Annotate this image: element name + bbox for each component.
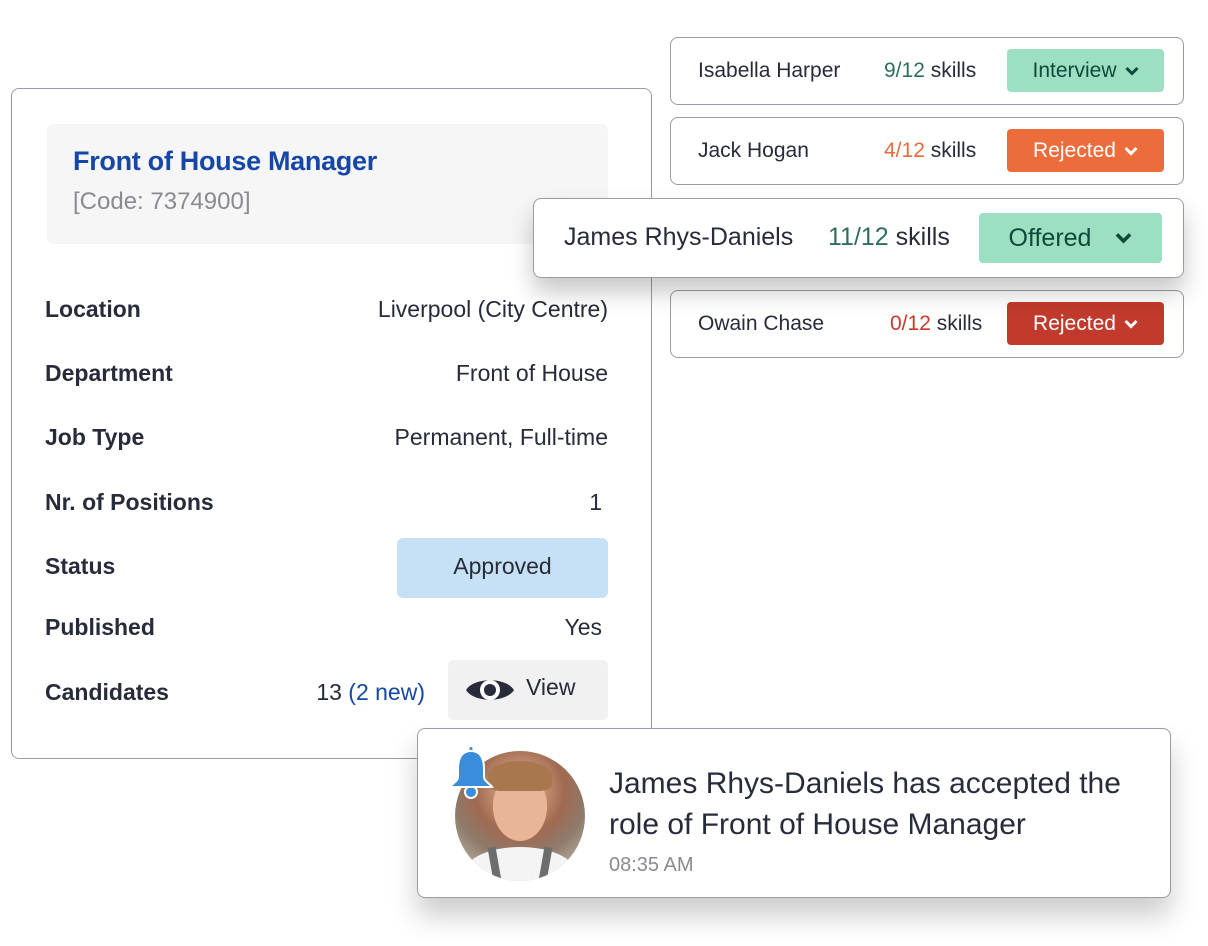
status-dropdown[interactable]: Interview [1007,49,1164,92]
status-dropdown[interactable]: Rejected [1007,129,1164,172]
detail-row-job-type: Job Type Permanent, Full-time [45,417,608,457]
skills-score: 0/12 [890,312,931,335]
detail-label: Nr. of Positions [45,489,214,515]
candidate-new-count[interactable]: (2 new) [348,679,425,705]
candidate-name: James Rhys-Daniels [564,223,794,251]
candidate-skills: 9/12 skills [884,59,976,83]
detail-label: Location [45,296,141,322]
status-dropdown[interactable]: Rejected [1007,302,1164,345]
skills-score: 11/12 [828,223,889,251]
detail-row-location: Location Liverpool (City Centre) [45,289,608,329]
detail-row-status: Status Approved [45,538,608,598]
detail-label: Job Type [45,424,145,450]
detail-row-positions: Nr. of Positions 1 [45,482,608,522]
skills-score: 4/12 [884,139,925,162]
chevron-down-icon [1124,319,1138,329]
detail-label: Status [45,553,116,579]
status-label: Interview [1032,58,1117,82]
chevron-down-icon [1124,146,1138,156]
detail-label: Candidates [45,679,169,705]
candidate-row-highlighted[interactable]: James Rhys-Daniels 11/12 skills Offered [533,198,1184,278]
view-label: View [526,673,576,700]
detail-value: Front of House [455,360,608,386]
status-label: Offered [1008,223,1092,252]
job-card: Front of House Manager [Code: 7374900] L… [11,88,652,759]
skills-label: skills [895,223,950,251]
candidate-row[interactable]: Jack Hogan 4/12 skills Rejected [670,117,1184,185]
candidate-skills: 11/12 skills [828,223,950,252]
status-label: Rejected [1033,138,1116,162]
skills-label: skills [930,59,977,82]
detail-value: Liverpool (City Centre) [377,296,608,322]
notification-card[interactable]: James Rhys-Daniels has accepted the role… [417,728,1171,898]
chevron-down-icon [1116,233,1132,244]
status-dropdown[interactable]: Offered [979,213,1162,263]
candidate-row[interactable]: Owain Chase 0/12 skills Rejected [670,290,1184,358]
detail-row-department: Department Front of House [45,353,608,393]
candidate-skills: 0/12 skills [890,312,982,336]
skills-label: skills [936,312,983,335]
skills-label: skills [930,139,977,162]
eye-icon [466,680,514,700]
candidate-name: Isabella Harper [698,59,841,82]
job-code: [Code: 7374900] [73,188,251,215]
skills-score: 9/12 [884,59,925,82]
bell-icon [447,747,495,799]
status-badge: Approved [397,538,608,598]
detail-value: 1 [589,489,602,515]
chevron-down-icon [1124,66,1139,76]
detail-label: Published [45,614,155,640]
candidate-name: Owain Chase [698,312,825,335]
job-header: Front of House Manager [Code: 7374900] [47,124,608,244]
candidate-row[interactable]: Isabella Harper 9/12 skills Interview [670,37,1184,105]
candidate-name: Jack Hogan [698,139,809,162]
notification-time: 08:35 AM [609,854,694,876]
candidate-skills: 4/12 skills [884,139,976,163]
detail-value: Permanent, Full-time [394,424,608,450]
detail-label: Department [45,360,173,386]
detail-row-published: Published Yes [45,607,608,647]
candidate-total: 13 [316,679,342,705]
detail-row-candidates: Candidates 13 (2 new) View [45,660,608,720]
notification-message: James Rhys-Daniels has accepted the role… [609,767,1121,841]
candidate-count: 13 (2 new) [316,672,425,712]
detail-value: Yes [564,614,602,640]
view-candidates-button[interactable]: View [448,660,608,720]
job-title[interactable]: Front of House Manager [73,146,377,177]
status-label: Rejected [1033,311,1116,335]
